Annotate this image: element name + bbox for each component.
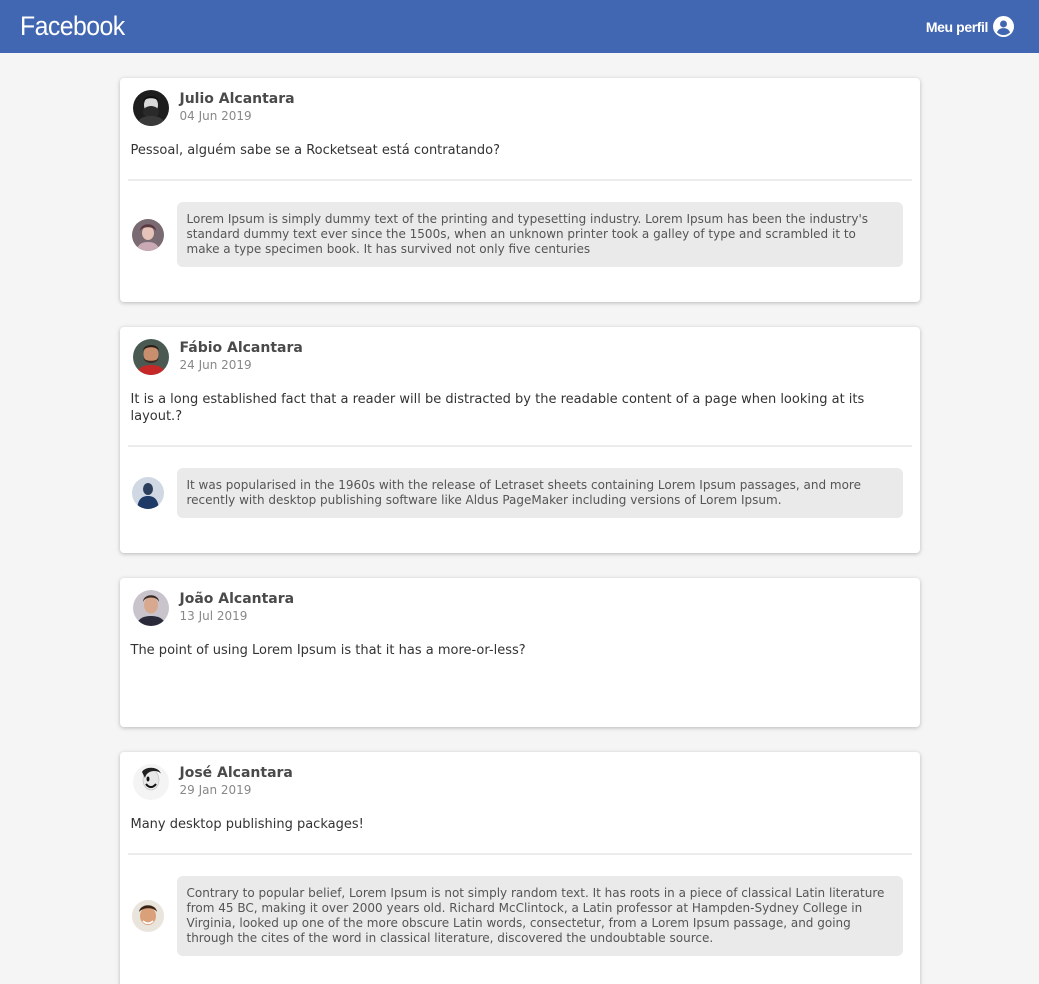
post: Fábio Alcantara 24 Jun 2019 It is a long… bbox=[119, 327, 920, 553]
avatar[interactable] bbox=[132, 339, 169, 375]
comment: Contrary to popular belief, Lorem Ipsum … bbox=[130, 876, 910, 964]
profile-label[interactable]: Meu perfil bbox=[926, 19, 989, 35]
comment-text: It was popularised in the 1960s with the… bbox=[176, 468, 903, 518]
author-block: João Alcantara 13 Jul 2019 bbox=[180, 591, 295, 625]
post-date: 13 Jul 2019 bbox=[179, 609, 248, 623]
comment-text: Lorem Ipsum is simply dummy text of the … bbox=[176, 202, 903, 267]
post-text: The point of using Lorem Ipsum is that i… bbox=[130, 643, 526, 658]
author-name[interactable]: Fábio Alcantara bbox=[180, 340, 303, 357]
post-header: Fábio Alcantara 24 Jun 2019 bbox=[130, 339, 910, 375]
post-header: Julio Alcantara 04 Jun 2019 bbox=[130, 90, 910, 126]
divider bbox=[127, 179, 912, 181]
commenter-avatar[interactable] bbox=[131, 218, 164, 251]
facebook-logo[interactable]: Facebook bbox=[20, 11, 125, 42]
commenter-avatar[interactable] bbox=[131, 900, 164, 932]
post-header: João Alcantara 13 Jul 2019 bbox=[130, 590, 910, 626]
comment: Lorem Ipsum is simply dummy text of the … bbox=[130, 202, 910, 275]
comment: It was popularised in the 1960s with the… bbox=[130, 468, 910, 526]
avatar[interactable] bbox=[132, 590, 169, 626]
profile-link[interactable]: Meu perfil bbox=[926, 16, 1014, 37]
author-name[interactable]: José Alcantara bbox=[180, 765, 293, 782]
post-text: Pessoal, alguém sabe se a Rocketseat est… bbox=[130, 143, 501, 158]
post-text: Many desktop publishing packages! bbox=[130, 817, 364, 832]
author-name[interactable]: João Alcantara bbox=[180, 591, 295, 608]
post: João Alcantara 13 Jul 2019 The point of … bbox=[119, 578, 920, 727]
avatar[interactable] bbox=[132, 90, 169, 126]
author-block: Julio Alcantara 04 Jun 2019 bbox=[180, 91, 295, 125]
top-bar: Facebook Meu perfil bbox=[0, 0, 1039, 53]
post-date: 29 Jan 2019 bbox=[179, 783, 252, 797]
commenter-avatar[interactable] bbox=[131, 477, 164, 509]
author-block: José Alcantara 29 Jan 2019 bbox=[180, 765, 293, 799]
post-text: It is a long established fact that a rea… bbox=[130, 392, 865, 424]
divider bbox=[127, 445, 912, 447]
post-date: 24 Jun 2019 bbox=[179, 358, 252, 372]
post: José Alcantara 29 Jan 2019 Many desktop … bbox=[119, 752, 920, 984]
avatar[interactable] bbox=[132, 764, 169, 800]
author-name[interactable]: Julio Alcantara bbox=[180, 91, 295, 108]
author-block: Fábio Alcantara 24 Jun 2019 bbox=[180, 340, 303, 374]
post-header: José Alcantara 29 Jan 2019 bbox=[130, 764, 910, 800]
divider bbox=[127, 853, 912, 855]
post-date: 04 Jun 2019 bbox=[179, 109, 252, 123]
comment-text: Contrary to popular belief, Lorem Ipsum … bbox=[176, 876, 903, 956]
feed: Julio Alcantara 04 Jun 2019 Pessoal, alg… bbox=[119, 78, 920, 984]
post: Julio Alcantara 04 Jun 2019 Pessoal, alg… bbox=[119, 78, 920, 302]
user-circle-icon[interactable] bbox=[993, 16, 1014, 37]
